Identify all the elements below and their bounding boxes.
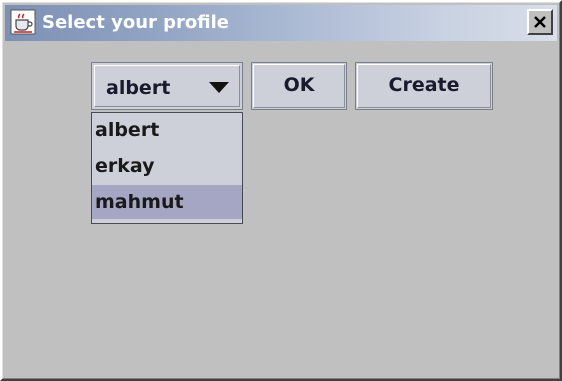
close-icon — [534, 16, 546, 28]
java-cup-icon — [10, 9, 36, 35]
profile-dropdown-list: albert erkay mahmut — [91, 112, 243, 224]
close-button[interactable] — [527, 9, 553, 35]
list-item-mahmut[interactable]: mahmut — [92, 185, 242, 219]
list-item-albert[interactable]: albert — [92, 113, 242, 147]
profile-dialog: Select your profile albert OK Create alb… — [0, 0, 562, 381]
ok-button[interactable]: OK — [251, 62, 347, 110]
window-title: Select your profile — [42, 12, 229, 33]
title-bar[interactable]: Select your profile — [5, 5, 557, 41]
triangle-down-icon[interactable] — [209, 82, 229, 94]
combo-selected-value: albert — [106, 77, 171, 99]
list-item-erkay[interactable]: erkay — [92, 149, 242, 183]
dialog-content: albert OK Create albert erkay mahmut — [5, 44, 557, 377]
profile-combo-box[interactable]: albert — [91, 62, 243, 110]
create-button[interactable]: Create — [355, 62, 493, 110]
